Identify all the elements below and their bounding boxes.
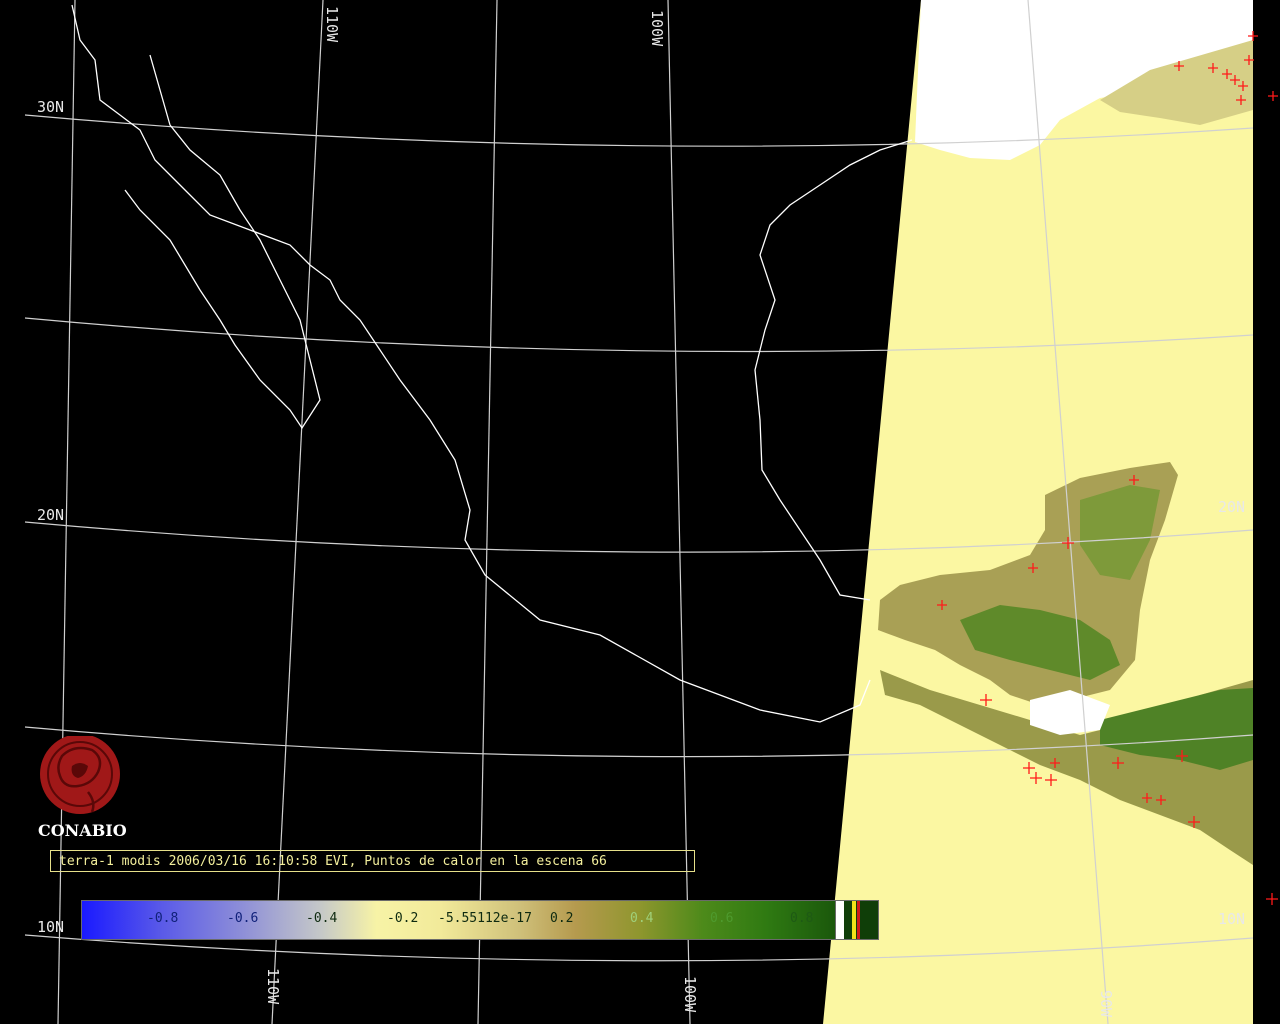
colorbar-tick: -0.6 — [227, 911, 259, 926]
label-lat-20n-right: 20N — [1218, 498, 1245, 516]
logo-wordmark: CONABIO — [38, 821, 127, 840]
label-lon-110w-bottom: 110W — [264, 968, 282, 1005]
colorbar-yellow-stripe — [852, 901, 856, 939]
label-lon-100w-bottom: 100W — [681, 976, 699, 1013]
scene-caption: terra-1 modis 2006/03/16 16:10:58 EVI, P… — [50, 850, 695, 872]
colorbar-tick: -0.2 — [387, 911, 419, 926]
colorbar-tick: -0.8 — [147, 911, 179, 926]
label-lon-100w-top: 100W — [648, 10, 666, 47]
colorbar-tick: 0.4 — [630, 911, 654, 926]
label-lat-20n-left: 20N — [37, 506, 64, 524]
label-lat-30n: 30N — [37, 98, 64, 116]
label-lon-90w-bottom: 90W — [1097, 990, 1115, 1018]
label-lon-110w-top: 110W — [323, 6, 341, 43]
colorbar-tick: -5.55112e-17 — [438, 911, 532, 926]
colorbar-tick: 0.6 — [710, 911, 734, 926]
colorbar-red-stripe — [857, 901, 860, 939]
colorbar-white-stripe — [836, 901, 844, 939]
satellite-swath — [823, 0, 1253, 1024]
colorbar-tick: -0.4 — [306, 911, 338, 926]
colorbar-tick: 0.2 — [550, 911, 574, 926]
label-lat-10n-left: 10N — [37, 918, 64, 936]
coastline — [71, 4, 913, 723]
label-lat-10n-right: 10N — [1218, 910, 1245, 928]
colorbar-tick: 0.8 — [790, 911, 814, 926]
